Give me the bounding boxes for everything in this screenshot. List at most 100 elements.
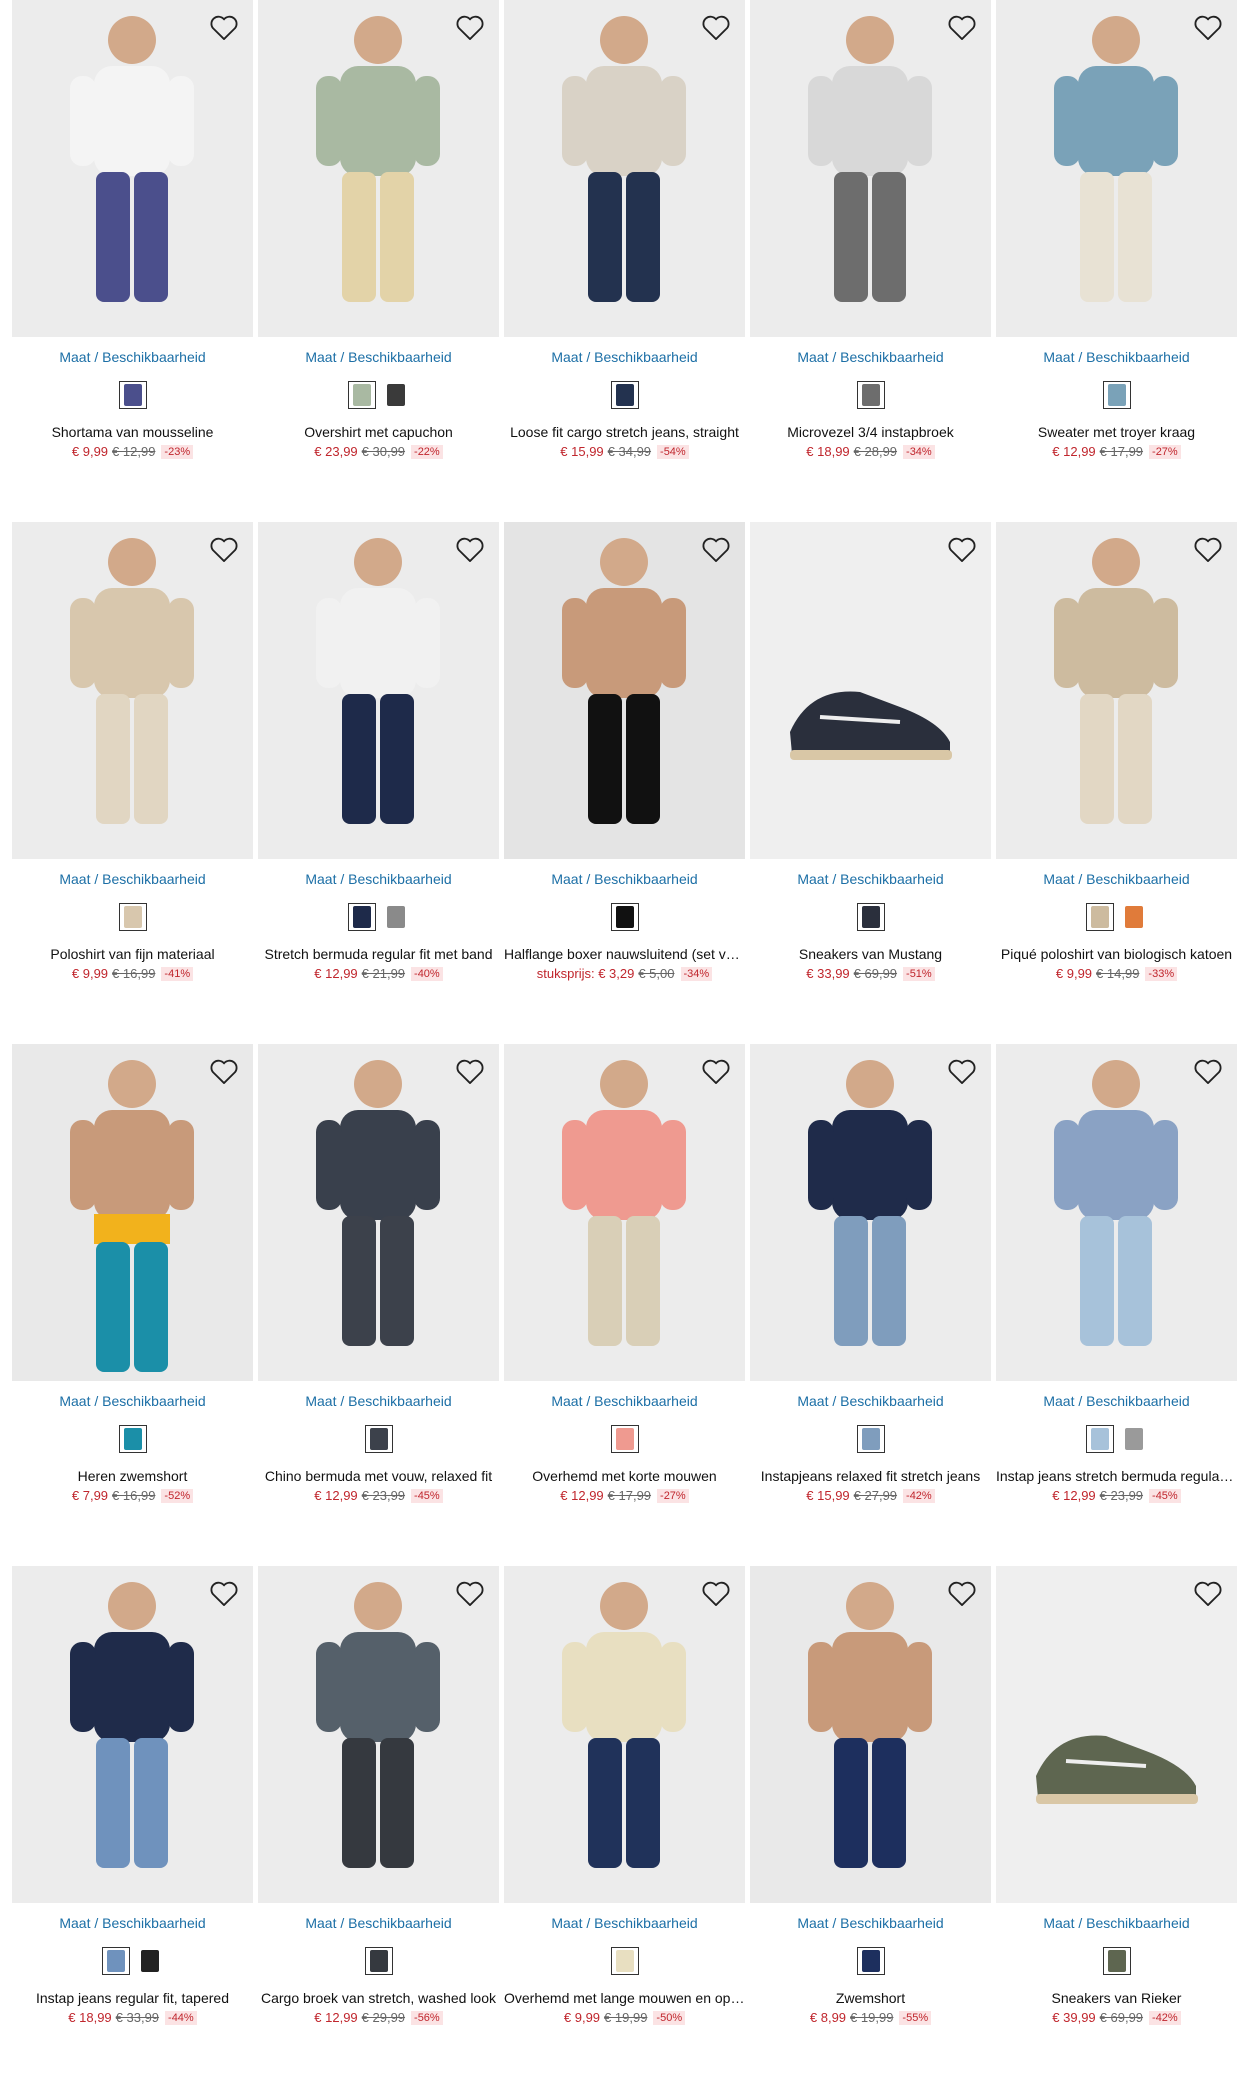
product-name[interactable]: Overhemd met korte mouwen bbox=[504, 1468, 745, 1484]
color-swatch[interactable] bbox=[364, 1425, 393, 1453]
wishlist-heart-icon[interactable] bbox=[945, 10, 979, 44]
product-image[interactable] bbox=[996, 1044, 1237, 1381]
wishlist-heart-icon[interactable] bbox=[1191, 1576, 1225, 1610]
product-image[interactable] bbox=[12, 1044, 253, 1381]
product-image[interactable] bbox=[504, 0, 745, 337]
size-availability-link[interactable]: Maat / Beschikbaarheid bbox=[996, 1393, 1237, 1409]
product-card[interactable]: Maat / Beschikbaarheid Overhemd met lange… bbox=[504, 1566, 745, 2025]
size-availability-link[interactable]: Maat / Beschikbaarheid bbox=[750, 1915, 991, 1931]
size-availability-link[interactable]: Maat / Beschikbaarheid bbox=[12, 1393, 253, 1409]
product-card[interactable]: Maat / Beschikbaarheid Overhemd met korte… bbox=[504, 1044, 745, 1503]
size-availability-link[interactable]: Maat / Beschikbaarheid bbox=[12, 1915, 253, 1931]
product-card[interactable]: Maat / Beschikbaarheid Shortama van mouss… bbox=[12, 0, 253, 459]
product-image[interactable] bbox=[750, 1044, 991, 1381]
size-availability-link[interactable]: Maat / Beschikbaarheid bbox=[504, 871, 745, 887]
product-name[interactable]: Overshirt met capuchon bbox=[258, 424, 499, 440]
color-swatch[interactable] bbox=[610, 381, 639, 409]
color-swatch[interactable] bbox=[856, 1947, 885, 1975]
wishlist-heart-icon[interactable] bbox=[453, 1576, 487, 1610]
product-name[interactable]: Halflange boxer nauwsluitend (set van 3) bbox=[504, 946, 745, 962]
product-card[interactable]: Maat / Beschikbaarheid Halflange boxer na… bbox=[504, 522, 745, 981]
product-card[interactable]: Maat / Beschikbaarheid Piqué poloshirt va… bbox=[996, 522, 1237, 981]
product-image[interactable] bbox=[750, 0, 991, 337]
product-image[interactable] bbox=[504, 1044, 745, 1381]
product-image[interactable] bbox=[258, 522, 499, 859]
size-availability-link[interactable]: Maat / Beschikbaarheid bbox=[750, 871, 991, 887]
wishlist-heart-icon[interactable] bbox=[453, 1054, 487, 1088]
color-swatch[interactable] bbox=[382, 903, 410, 931]
color-swatch[interactable] bbox=[347, 903, 376, 931]
wishlist-heart-icon[interactable] bbox=[1191, 10, 1225, 44]
product-name[interactable]: Overhemd met lange mouwen en opgestikte … bbox=[504, 1990, 745, 2006]
size-availability-link[interactable]: Maat / Beschikbaarheid bbox=[750, 349, 991, 365]
size-availability-link[interactable]: Maat / Beschikbaarheid bbox=[258, 349, 499, 365]
product-card[interactable]: Maat / Beschikbaarheid Instapjeans relaxe… bbox=[750, 1044, 991, 1503]
product-card[interactable]: Maat / Beschikbaarheid Poloshirt van fijn… bbox=[12, 522, 253, 981]
product-name[interactable]: Chino bermuda met vouw, relaxed fit bbox=[258, 1468, 499, 1484]
size-availability-link[interactable]: Maat / Beschikbaarheid bbox=[12, 871, 253, 887]
size-availability-link[interactable]: Maat / Beschikbaarheid bbox=[504, 1915, 745, 1931]
color-swatch[interactable] bbox=[856, 1425, 885, 1453]
product-image[interactable] bbox=[996, 1566, 1237, 1903]
color-swatch[interactable] bbox=[101, 1947, 130, 1975]
product-card[interactable]: Maat / Beschikbaarheid Instap jeans stret… bbox=[996, 1044, 1237, 1503]
wishlist-heart-icon[interactable] bbox=[945, 1576, 979, 1610]
product-card[interactable]: Maat / Beschikbaarheid Loose fit cargo st… bbox=[504, 0, 745, 459]
wishlist-heart-icon[interactable] bbox=[699, 1054, 733, 1088]
product-card[interactable]: Maat / Beschikbaarheid Chino bermuda met … bbox=[258, 1044, 499, 1503]
product-card[interactable]: Maat / Beschikbaarheid Microvezel 3/4 ins… bbox=[750, 0, 991, 459]
color-swatch[interactable] bbox=[610, 903, 639, 931]
product-image[interactable] bbox=[258, 1566, 499, 1903]
product-name[interactable]: Piqué poloshirt van biologisch katoen bbox=[996, 946, 1237, 962]
product-name[interactable]: Instap jeans stretch bermuda regular fit bbox=[996, 1468, 1237, 1484]
product-image[interactable] bbox=[750, 522, 991, 859]
product-image[interactable] bbox=[750, 1566, 991, 1903]
product-name[interactable]: Sneakers van Mustang bbox=[750, 946, 991, 962]
wishlist-heart-icon[interactable] bbox=[945, 1054, 979, 1088]
product-image[interactable] bbox=[996, 0, 1237, 337]
size-availability-link[interactable]: Maat / Beschikbaarheid bbox=[996, 871, 1237, 887]
size-availability-link[interactable]: Maat / Beschikbaarheid bbox=[12, 349, 253, 365]
color-swatch[interactable] bbox=[856, 903, 885, 931]
wishlist-heart-icon[interactable] bbox=[1191, 1054, 1225, 1088]
color-swatch[interactable] bbox=[1120, 1425, 1148, 1453]
wishlist-heart-icon[interactable] bbox=[207, 1576, 241, 1610]
color-swatch[interactable] bbox=[1085, 903, 1114, 931]
wishlist-heart-icon[interactable] bbox=[699, 532, 733, 566]
color-swatch[interactable] bbox=[1102, 1947, 1131, 1975]
color-swatch[interactable] bbox=[118, 903, 147, 931]
product-card[interactable]: Maat / Beschikbaarheid Overshirt met capu… bbox=[258, 0, 499, 459]
product-name[interactable]: Heren zwemshort bbox=[12, 1468, 253, 1484]
product-name[interactable]: Zwemshort bbox=[750, 1990, 991, 2006]
size-availability-link[interactable]: Maat / Beschikbaarheid bbox=[996, 1915, 1237, 1931]
product-image[interactable] bbox=[12, 1566, 253, 1903]
product-image[interactable] bbox=[12, 0, 253, 337]
product-name[interactable]: Poloshirt van fijn materiaal bbox=[12, 946, 253, 962]
product-name[interactable]: Microvezel 3/4 instapbroek bbox=[750, 424, 991, 440]
color-swatch[interactable] bbox=[382, 381, 410, 409]
product-name[interactable]: Instapjeans relaxed fit stretch jeans bbox=[750, 1468, 991, 1484]
color-swatch[interactable] bbox=[856, 381, 885, 409]
color-swatch[interactable] bbox=[118, 1425, 147, 1453]
wishlist-heart-icon[interactable] bbox=[207, 10, 241, 44]
product-name[interactable]: Instap jeans regular fit, tapered bbox=[12, 1990, 253, 2006]
product-name[interactable]: Shortama van mousseline bbox=[12, 424, 253, 440]
size-availability-link[interactable]: Maat / Beschikbaarheid bbox=[258, 871, 499, 887]
product-card[interactable]: Maat / Beschikbaarheid Sweater met troyer… bbox=[996, 0, 1237, 459]
product-name[interactable]: Sneakers van Rieker bbox=[996, 1990, 1237, 2006]
wishlist-heart-icon[interactable] bbox=[207, 1054, 241, 1088]
color-swatch[interactable] bbox=[364, 1947, 393, 1975]
product-image[interactable] bbox=[504, 1566, 745, 1903]
color-swatch[interactable] bbox=[136, 1947, 164, 1975]
color-swatch[interactable] bbox=[1102, 381, 1131, 409]
color-swatch[interactable] bbox=[347, 381, 376, 409]
product-card[interactable]: Maat / Beschikbaarheid Stretch bermuda re… bbox=[258, 522, 499, 981]
product-image[interactable] bbox=[12, 522, 253, 859]
wishlist-heart-icon[interactable] bbox=[207, 532, 241, 566]
product-image[interactable] bbox=[258, 1044, 499, 1381]
product-card[interactable]: Maat / Beschikbaarheid Sneakers van Rieke… bbox=[996, 1566, 1237, 2025]
color-swatch[interactable] bbox=[1085, 1425, 1114, 1453]
wishlist-heart-icon[interactable] bbox=[453, 532, 487, 566]
size-availability-link[interactable]: Maat / Beschikbaarheid bbox=[258, 1393, 499, 1409]
product-card[interactable]: Maat / Beschikbaarheid Zwemshort € 8,99 € 1… bbox=[750, 1566, 991, 2025]
